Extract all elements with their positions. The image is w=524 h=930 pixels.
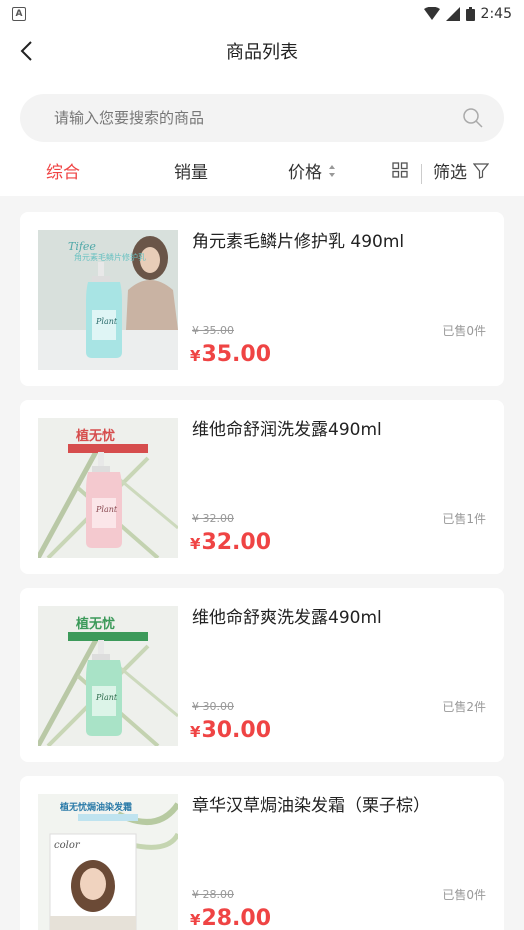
- currency-symbol: ¥: [190, 347, 201, 365]
- filter-comprehensive[interactable]: 综合: [46, 158, 80, 183]
- filter-sales[interactable]: 销量: [174, 158, 208, 183]
- filter-button[interactable]: 筛选: [433, 158, 489, 183]
- price-value: 28.00: [201, 906, 272, 930]
- sold-count: 已售0件: [442, 324, 486, 338]
- svg-text:植无忧: 植无忧: [75, 428, 115, 444]
- filter-divider: [421, 164, 422, 184]
- sale-price: ¥28.00: [190, 906, 271, 930]
- filter-bar: 综合 销量 价格 筛选: [0, 152, 524, 196]
- back-button[interactable]: [14, 39, 38, 63]
- product-name[interactable]: 角元素毛鳞片修护乳 490ml: [192, 230, 492, 254]
- product-image[interactable]: 植无忧 Plant: [38, 418, 178, 558]
- grid-view-button[interactable]: [392, 162, 408, 178]
- product-image-text: 角元素毛鳞片修护乳: [74, 252, 146, 262]
- filter-button-label: 筛选: [433, 163, 467, 183]
- price-value: 32.00: [201, 530, 272, 555]
- signal-icon: [445, 7, 460, 21]
- filter-sales-label: 销量: [174, 163, 208, 183]
- search-input[interactable]: [54, 109, 434, 127]
- currency-symbol: ¥: [190, 911, 201, 929]
- svg-text:Plant: Plant: [95, 505, 118, 514]
- original-price: ¥ 28.00: [192, 888, 234, 901]
- svg-text:Plant: Plant: [95, 693, 118, 702]
- currency-symbol: ¥: [190, 723, 201, 741]
- sold-count: 已售1件: [442, 512, 486, 526]
- status-time: 2:45: [480, 6, 512, 22]
- notification-icon: A: [12, 7, 26, 21]
- grid-icon: [392, 162, 408, 178]
- wifi-icon: [423, 7, 440, 20]
- sale-price: ¥35.00: [190, 342, 271, 367]
- status-bar: A 2:45: [0, 0, 524, 28]
- sort-icon: [329, 164, 335, 177]
- filter-price[interactable]: 价格: [288, 158, 336, 183]
- price-value: 30.00: [201, 718, 272, 743]
- product-image[interactable]: 植无忧焗油染发霜 color: [38, 794, 178, 930]
- product-card[interactable]: Tifee 角元素毛鳞片修护乳 Plant 角元素毛鳞片修护乳 490ml ¥ …: [20, 212, 504, 386]
- filter-comprehensive-label: 综合: [46, 163, 80, 183]
- status-icons: 2:45: [423, 6, 512, 22]
- original-price: ¥ 32.00: [192, 512, 234, 525]
- sale-price: ¥32.00: [190, 530, 271, 555]
- product-card[interactable]: 植无忧 Plant 维他命舒爽洗发露490ml ¥ 30.00 已售2件 ¥30…: [20, 588, 504, 762]
- chevron-left-icon: [20, 41, 32, 61]
- product-image[interactable]: 植无忧 Plant: [38, 606, 178, 746]
- sale-price: ¥30.00: [190, 718, 271, 743]
- svg-text:color: color: [54, 840, 81, 851]
- search-box[interactable]: [20, 94, 504, 142]
- search-area: [0, 74, 524, 152]
- app-bar: 商品列表: [0, 28, 524, 74]
- svg-text:Tifee: Tifee: [68, 240, 96, 253]
- svg-text:植无忧: 植无忧: [75, 616, 115, 632]
- currency-symbol: ¥: [190, 535, 201, 553]
- sold-count: 已售2件: [442, 700, 486, 714]
- original-price: ¥ 30.00: [192, 700, 234, 713]
- product-card[interactable]: 植无忧焗油染发霜 color 章华汉草焗油染发霜（栗子棕） ¥ 28.00 已售…: [20, 776, 504, 930]
- sold-count: 已售0件: [442, 888, 486, 902]
- battery-icon: [465, 7, 475, 21]
- original-price: ¥ 35.00: [192, 324, 234, 337]
- filter-price-label: 价格: [288, 163, 322, 183]
- funnel-icon: [473, 162, 489, 179]
- product-name[interactable]: 章华汉草焗油染发霜（栗子棕）: [192, 794, 492, 818]
- svg-text:植无忧焗油染发霜: 植无忧焗油染发霜: [59, 801, 132, 813]
- page-title: 商品列表: [226, 42, 298, 63]
- product-name[interactable]: 维他命舒润洗发露490ml: [192, 418, 492, 442]
- price-value: 35.00: [201, 342, 272, 367]
- search-icon[interactable]: [462, 107, 484, 129]
- product-name[interactable]: 维他命舒爽洗发露490ml: [192, 606, 492, 630]
- product-card[interactable]: 植无忧 Plant 维他命舒润洗发露490ml ¥ 32.00 已售1件 ¥32…: [20, 400, 504, 574]
- svg-text:Plant: Plant: [95, 317, 118, 326]
- product-list: Tifee 角元素毛鳞片修护乳 Plant 角元素毛鳞片修护乳 490ml ¥ …: [0, 196, 524, 930]
- product-image[interactable]: Tifee 角元素毛鳞片修护乳 Plant: [38, 230, 178, 370]
